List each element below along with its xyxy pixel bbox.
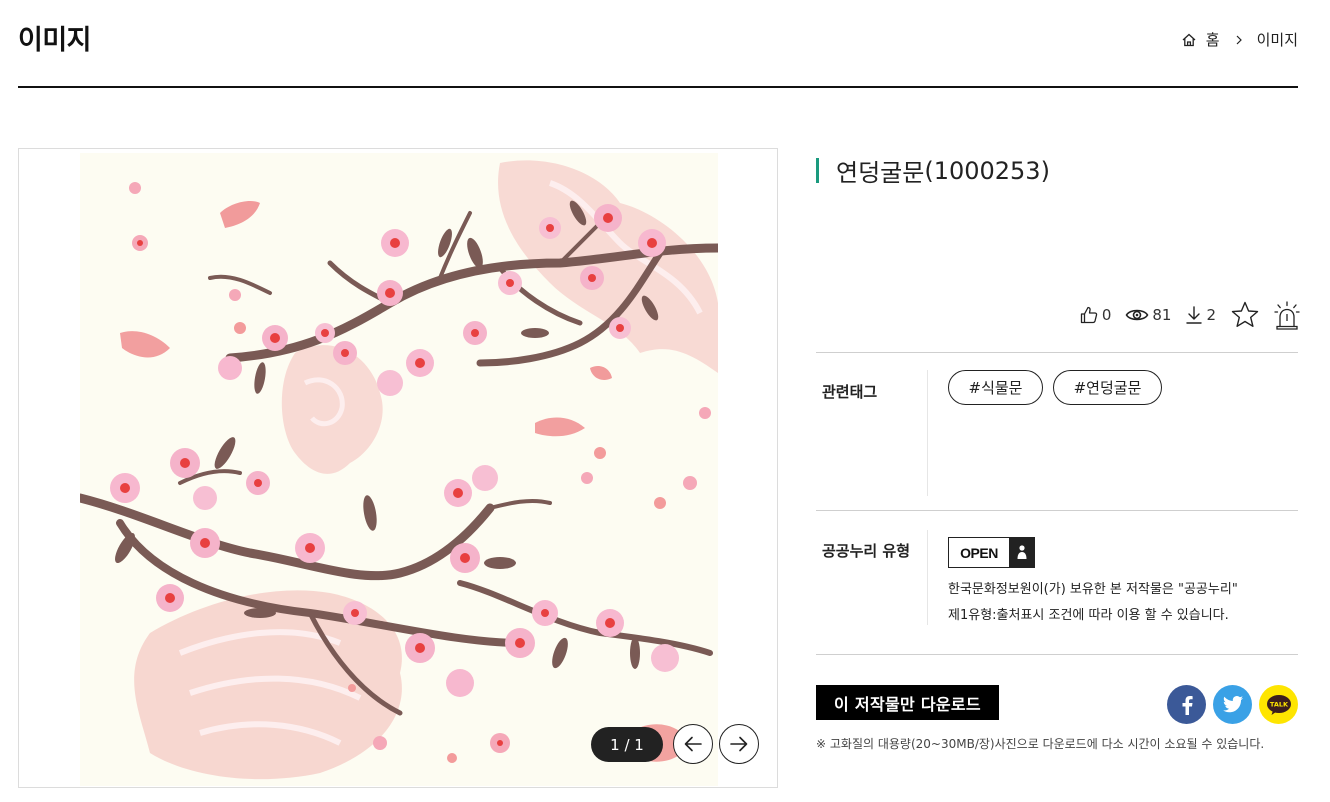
tag-chip[interactable]: #연덩굴문 — [1053, 370, 1162, 405]
favorite-button[interactable] — [1230, 300, 1260, 330]
breadcrumb-current: 이미지 — [1256, 31, 1298, 49]
download-count: 2 — [1206, 306, 1216, 324]
download-stat: 2 — [1185, 305, 1216, 325]
column-divider — [927, 370, 928, 496]
section-divider — [816, 654, 1298, 655]
item-code: (1000253) — [924, 156, 1050, 185]
view-stat: 81 — [1125, 305, 1171, 325]
item-stats: 0 81 2 — [1065, 300, 1300, 330]
section-divider — [816, 510, 1298, 511]
home-icon[interactable] — [1181, 32, 1197, 48]
artwork-image — [80, 153, 718, 786]
section-divider — [816, 352, 1298, 353]
tags-label: 관련태그 — [822, 383, 878, 401]
title-divider — [18, 86, 1298, 88]
arrow-left-icon — [684, 736, 702, 752]
like-stat[interactable]: 0 — [1079, 305, 1112, 325]
kakaotalk-icon-label: TALK — [1269, 700, 1288, 708]
image-pager: 1 / 1 — [591, 727, 663, 762]
license-label: 공공누리 유형 — [822, 542, 911, 560]
download-icon — [1186, 306, 1203, 324]
download-button[interactable]: 이 저작물만 다운로드 — [816, 685, 999, 720]
eye-icon — [1125, 309, 1149, 321]
siren-icon — [1274, 301, 1300, 330]
report-button[interactable] — [1274, 300, 1300, 330]
chevron-right-icon — [1236, 35, 1242, 44]
like-count: 0 — [1101, 306, 1112, 324]
view-count: 81 — [1152, 306, 1172, 324]
download-note: ※ 고화질의 대용량(20~30MB/장)사진으로 다운로드에 다소 시간이 소… — [816, 737, 1265, 751]
license-desc-line2: 제1유형:출처표시 조건에 따라 이용 할 수 있습니다. — [948, 608, 1229, 623]
tag-chip[interactable]: #식물문 — [948, 370, 1043, 405]
license-badge-text: OPEN — [960, 544, 998, 561]
item-name: 연덩굴문 — [836, 159, 925, 187]
facebook-icon — [1182, 695, 1193, 715]
facebook-share-button[interactable] — [1167, 685, 1206, 724]
star-icon — [1231, 301, 1259, 327]
breadcrumb-home-link[interactable]: 홈 — [1206, 29, 1220, 50]
thumbs-up-icon — [1080, 306, 1098, 324]
prev-image-button[interactable] — [673, 724, 713, 764]
breadcrumb: 홈 이미지 — [1181, 29, 1298, 50]
page-title: 이미지 — [18, 25, 92, 56]
kogl-license-badge: OPEN — [948, 537, 1035, 568]
next-image-button[interactable] — [719, 724, 759, 764]
person-icon — [1017, 544, 1027, 559]
column-divider — [927, 530, 928, 625]
kakaotalk-icon: TALK — [1266, 694, 1291, 715]
twitter-share-button[interactable] — [1213, 685, 1252, 724]
license-desc-line1: 한국문화정보원이(가) 보유한 본 저작물은 "공공누리" — [948, 582, 1238, 597]
twitter-icon — [1222, 696, 1243, 713]
kakaotalk-share-button[interactable]: TALK — [1259, 685, 1298, 724]
title-accent-bar — [816, 158, 819, 183]
image-viewer: 1 / 1 — [18, 148, 778, 788]
arrow-right-icon — [730, 736, 748, 752]
item-title: 연덩굴문 (1000253) — [816, 153, 1050, 188]
